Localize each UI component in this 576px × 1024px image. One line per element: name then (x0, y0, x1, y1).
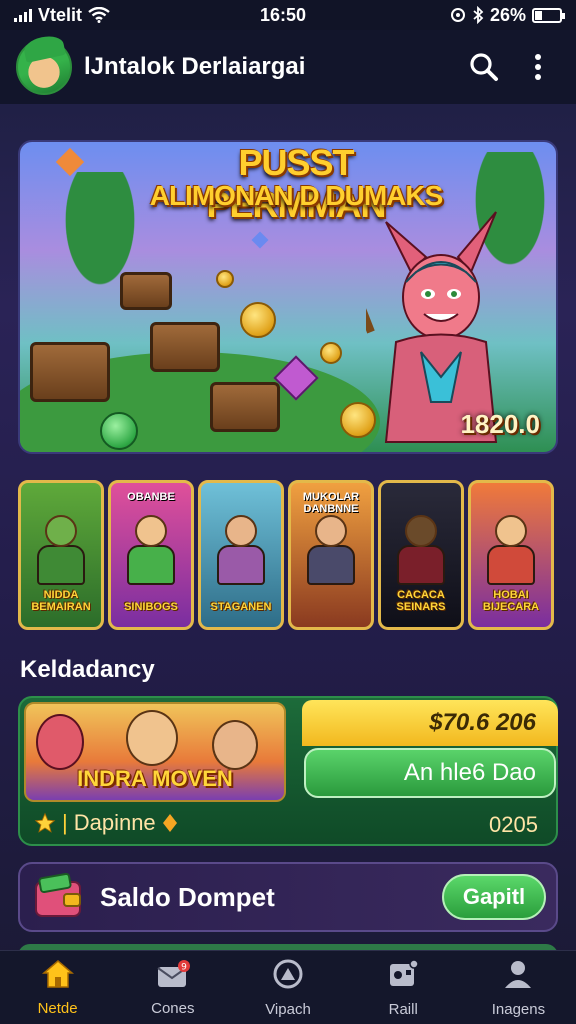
nav-item-label: Cones (151, 999, 195, 1017)
promo-banner[interactable]: PUSST PERMMAN ALIMONAN D DUMAKS 1820.0 (18, 140, 558, 454)
game-card-title: STAGANEN (210, 601, 272, 613)
more-vertical-icon (535, 54, 541, 80)
game-card[interactable]: NIDDA BEMAIRAN (18, 480, 104, 630)
nav-item-mail[interactable]: 9 Cones (115, 951, 230, 1024)
status-bar: Vtelit 16:50 26% (0, 0, 576, 30)
nav-item-profile[interactable]: Inagens (461, 951, 576, 1024)
game-card-title: CACACA SEINARS (396, 589, 446, 613)
wallet-action-button[interactable]: Gapitl (442, 874, 546, 920)
carrier-name: Vtelit (38, 4, 83, 25)
status-right: 26% (450, 4, 565, 26)
app-logo (16, 39, 72, 95)
game-character-image (215, 515, 267, 585)
mail-icon: 9 (155, 959, 191, 994)
game-character-image (395, 515, 447, 585)
app-bar: lJntalok Derlaiargai (0, 30, 576, 104)
wallet-balance-card[interactable]: Saldo Dompet Gapitl (18, 862, 558, 932)
promo-image[interactable]: INDRA MOVEN (24, 702, 286, 802)
search-icon (470, 53, 498, 81)
battery-icon (532, 7, 565, 23)
coin-image (216, 270, 234, 288)
promo-footer-left: | Dapinne (34, 810, 178, 836)
game-card[interactable]: CACACA SEINARS (378, 480, 464, 630)
game-character-image (35, 515, 87, 585)
coin-image (240, 302, 276, 338)
promo-character-image (36, 714, 84, 770)
promo-action-button[interactable]: An hle6 Dao (304, 748, 556, 798)
treasure-chest-image (210, 382, 280, 432)
nav-item-label: Raill (388, 1000, 418, 1018)
svg-text:9: 9 (181, 962, 187, 972)
target-icon (272, 958, 304, 995)
nav-item-home[interactable]: Netde (0, 951, 115, 1024)
promo-character-image (212, 720, 258, 770)
battery-percent: 26% (489, 4, 526, 25)
status-left: Vtelit (14, 5, 110, 26)
nav-item-label: Vipach (265, 1000, 311, 1018)
game-character-image (305, 515, 357, 585)
home-icon (41, 959, 75, 994)
clock: 16:50 (260, 4, 307, 25)
app-title: lJntalok Derlaiargai (84, 53, 306, 80)
game-card[interactable]: OBANBE SINIBOGS (108, 480, 194, 630)
game-card-top-label: OBANBE (127, 491, 175, 503)
promo-footer-value: 0205 (489, 812, 538, 837)
treasure-chest-image (150, 322, 220, 372)
game-card-title: NIDDA BEMAIRAN (31, 589, 91, 613)
search-button[interactable] (462, 45, 506, 89)
signal-icon (14, 8, 32, 22)
section-title: Keldadancy (20, 656, 155, 683)
promo-character-image (126, 710, 178, 766)
star-icon (34, 812, 56, 833)
wifi-icon (88, 7, 110, 23)
game-carousel: NIDDA BEMAIRAN OBANBE SINIBOGS STAGANEN … (18, 480, 560, 632)
nav-item-game-controller[interactable]: Raill (346, 951, 461, 1024)
promo-amount: $70.6 206 (302, 700, 558, 746)
wallet-icon (35, 872, 81, 917)
treasure-chest-image (30, 342, 110, 402)
wallet-label: Saldo Dompet (100, 881, 275, 912)
nav-item-label: Netde (37, 999, 78, 1017)
game-card[interactable]: MUKOLAR DANBNNE (288, 480, 374, 630)
game-controller-icon (386, 958, 420, 995)
featured-promo-card: INDRA MOVEN $70.6 206 An hle6 Dao | Dapi… (18, 696, 558, 846)
game-card[interactable]: STAGANEN (198, 480, 284, 630)
treasure-chest-image (120, 272, 172, 310)
game-character-image (125, 515, 177, 585)
coin-image (320, 342, 342, 364)
game-card[interactable]: HOBAI BIJECARA (468, 480, 554, 630)
nav-item-label: Inagens (491, 1000, 546, 1018)
alarm-icon (450, 8, 465, 22)
profile-icon (502, 958, 534, 995)
gem-image (251, 231, 269, 249)
banner-amount: 1820.0 (460, 409, 540, 439)
nav-item-target[interactable]: Vipach (230, 951, 345, 1024)
bottom-navigation: Netde 9 Cones Vipach Raill Inagens (0, 950, 576, 1024)
promo-footer-label: Dapinne (73, 810, 156, 835)
game-card-top-label: MUKOLAR DANBNNE (302, 491, 360, 515)
promo-image-title: INDRA MOVEN (77, 766, 233, 791)
game-card-title: SINIBOGS (124, 601, 178, 613)
bluetooth-icon (473, 6, 484, 24)
coin-image (100, 412, 138, 450)
diamond-icon (162, 814, 177, 832)
game-character-image (485, 515, 537, 585)
more-options-button[interactable] (516, 45, 560, 89)
game-card-title: HOBAI BIJECARA (482, 589, 540, 613)
